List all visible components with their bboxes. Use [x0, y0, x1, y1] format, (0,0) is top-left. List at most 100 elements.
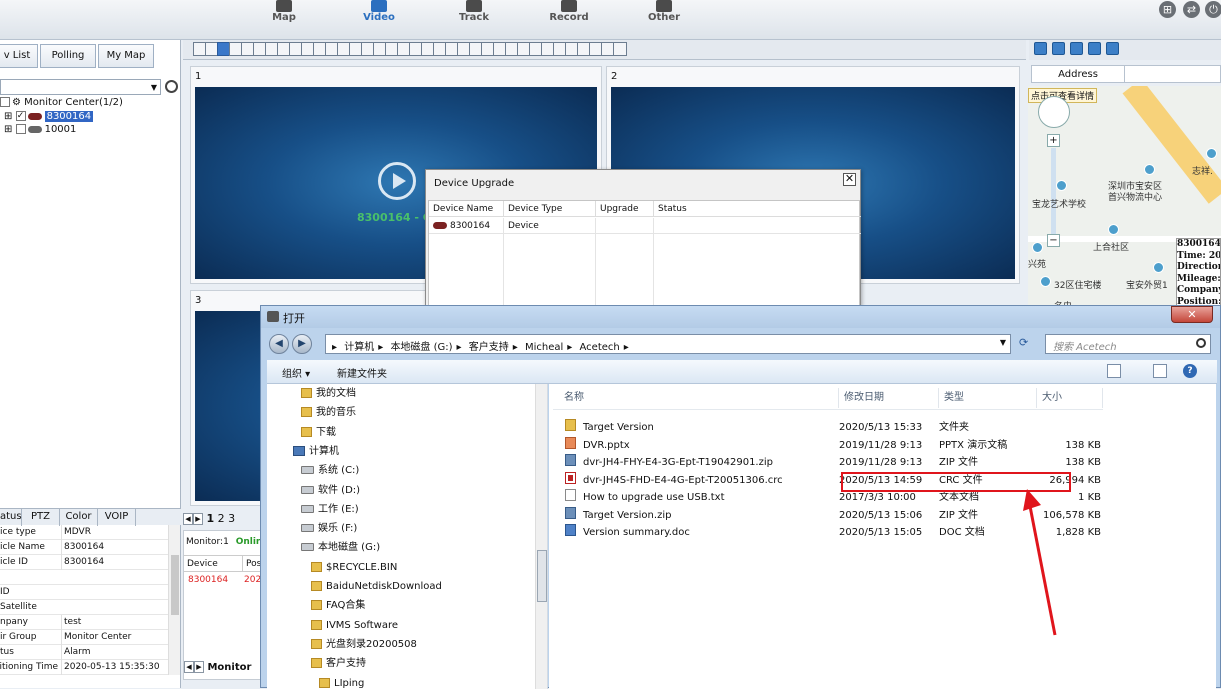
back-button[interactable]: ◀	[269, 334, 289, 354]
poi-icon[interactable]	[1108, 224, 1119, 235]
checkbox[interactable]	[0, 97, 10, 107]
nav-map[interactable]: Map	[249, 0, 319, 40]
zoom-out-button[interactable]: −	[1047, 234, 1060, 247]
help-icon[interactable]: ?	[1183, 364, 1197, 378]
page-1[interactable]: 1	[207, 512, 215, 525]
poi-icon[interactable]	[1144, 164, 1155, 175]
map-tool-icon[interactable]	[1034, 42, 1047, 55]
search-icon[interactable]	[1196, 338, 1206, 348]
tree-root[interactable]: ⚙ Monitor Center(1/2)	[0, 97, 123, 108]
file-row[interactable]: dvr-JH4-FHY-E4-3G-Ept-T19042901.zip2019/…	[553, 454, 1103, 471]
layout-icon[interactable]: ⊞	[1159, 1, 1176, 18]
tab-monitor[interactable]: Monitor	[207, 662, 251, 673]
path-box[interactable]: ▸ 计算机▸ 本地磁盘 (G:)▸ 客户支持▸ Micheal▸ Acetech…	[325, 334, 1011, 354]
checkbox[interactable]	[16, 124, 26, 134]
breadcrumb-item[interactable]: Micheal	[525, 342, 563, 353]
zoom-slider[interactable]	[1051, 148, 1056, 234]
poi-icon[interactable]	[1032, 242, 1043, 253]
forward-button[interactable]: ▶	[292, 334, 312, 354]
poi-icon[interactable]	[1206, 148, 1217, 159]
nav-item[interactable]: IVMS Software	[311, 616, 398, 635]
column-name[interactable]: 名称	[559, 388, 839, 408]
tab-polling[interactable]: Polling	[40, 44, 96, 68]
tab-voip[interactable]: VOIP	[98, 509, 136, 526]
nav-other[interactable]: Other	[629, 0, 699, 40]
tab-device-list[interactable]: v List	[0, 44, 38, 68]
nav-item[interactable]: 软件 (D:)	[301, 481, 360, 500]
scrollbar-thumb[interactable]	[171, 555, 179, 615]
tab-status[interactable]: atus	[0, 509, 22, 526]
close-icon[interactable]: ✕	[843, 173, 856, 186]
layout-button-icon[interactable]	[613, 42, 627, 56]
map-tool-icon[interactable]	[1106, 42, 1119, 55]
breadcrumb-item[interactable]: Acetech	[580, 342, 620, 353]
nav-track[interactable]: Track	[439, 0, 509, 40]
checkbox[interactable]: ✓	[16, 111, 26, 121]
monitor-table-row[interactable]: 8300164 202	[184, 575, 262, 590]
scrollbar[interactable]	[168, 525, 180, 675]
poi-icon[interactable]	[1040, 276, 1051, 287]
tab-color[interactable]: Color	[60, 509, 98, 526]
map-tool-icon[interactable]	[1070, 42, 1083, 55]
breadcrumb-item[interactable]: 本地磁盘 (G:)	[390, 342, 452, 353]
column-header[interactable]: Upgrade	[596, 201, 654, 217]
nav-record[interactable]: Record	[534, 0, 604, 40]
breadcrumb-item[interactable]: 客户支持	[469, 342, 509, 353]
nav-item[interactable]: 计算机	[293, 442, 339, 461]
nav-item[interactable]: BaiduNetdiskDownload	[311, 577, 442, 596]
nav-item[interactable]: 工作 (E:)	[301, 500, 359, 519]
close-button[interactable]: ✕	[1171, 306, 1213, 323]
nav-item[interactable]: $RECYCLE.BIN	[311, 558, 397, 577]
scrollbar-thumb[interactable]	[537, 550, 547, 602]
tree-device-10001[interactable]: ⊞ 10001	[4, 124, 76, 135]
poi-icon[interactable]	[1056, 180, 1067, 191]
tab-my-map[interactable]: My Map	[98, 44, 154, 68]
search-input[interactable]: 搜索 Acetech	[1045, 334, 1211, 354]
next-page-button[interactable]: ▶	[193, 513, 203, 525]
play-icon[interactable]	[378, 162, 416, 200]
breadcrumb-item[interactable]: 计算机	[344, 342, 374, 353]
pan-control-icon[interactable]	[1038, 96, 1070, 128]
nav-item[interactable]: 客户支持	[311, 654, 366, 673]
search-icon[interactable]	[165, 80, 178, 93]
column-type[interactable]: 类型	[939, 388, 1037, 408]
map-tool-icon[interactable]	[1088, 42, 1101, 55]
nav-item[interactable]: 我的音乐	[301, 403, 356, 422]
organize-button[interactable]: 组织 ▾	[282, 365, 310, 380]
file-row[interactable]: DVR.pptx2019/11/28 9:13PPTX 演示文稿138 KB	[553, 437, 1103, 454]
view-options-icon[interactable]	[1107, 364, 1121, 378]
nav-item[interactable]: 本地磁盘 (G:)	[301, 538, 380, 557]
chevron-down-icon[interactable]: ▼	[1000, 338, 1006, 347]
scrollbar[interactable]	[535, 384, 548, 689]
page-3[interactable]: 3	[228, 512, 235, 525]
nav-item[interactable]: 我的文档	[301, 384, 356, 403]
column-date[interactable]: 修改日期	[839, 388, 939, 408]
column-header[interactable]: Device Type	[504, 201, 596, 217]
map-tool-icon[interactable]	[1052, 42, 1065, 55]
nav-item[interactable]: 下载	[301, 423, 336, 442]
preview-pane-icon[interactable]	[1153, 364, 1167, 378]
zoom-in-button[interactable]: +	[1047, 134, 1060, 147]
column-size[interactable]: 大小	[1037, 388, 1103, 408]
next-tab-button[interactable]: ▶	[194, 661, 204, 673]
nav-item[interactable]: LIping	[319, 674, 364, 689]
page-2[interactable]: 2	[218, 512, 225, 525]
first-page-button[interactable]: ◀	[183, 513, 193, 525]
prev-tab-button[interactable]: ◀	[184, 661, 194, 673]
column-header[interactable]: Device Name	[429, 201, 504, 217]
exit-icon[interactable]: ⏻	[1205, 1, 1221, 18]
poi-icon[interactable]	[1153, 262, 1164, 273]
table-row[interactable]: 8300164	[429, 218, 504, 234]
refresh-icon[interactable]: ⟳	[1019, 336, 1035, 352]
switch-icon[interactable]: ⇄	[1183, 1, 1200, 18]
group-select[interactable]: ▼	[0, 79, 161, 95]
nav-item[interactable]: 娱乐 (F:)	[301, 519, 357, 538]
nav-item[interactable]: 系统 (C:)	[301, 461, 359, 480]
nav-item[interactable]: 光盘刻录20200508	[311, 635, 417, 654]
expand-icon[interactable]: ⊞	[4, 124, 12, 135]
nav-video[interactable]: Video	[344, 0, 414, 40]
tab-ptz[interactable]: PTZ	[22, 509, 60, 526]
file-row[interactable]: Target Version2020/5/13 15:33文件夹	[553, 419, 1103, 436]
column-header[interactable]: Status	[654, 201, 861, 217]
nav-item[interactable]: FAQ合集	[311, 596, 365, 615]
